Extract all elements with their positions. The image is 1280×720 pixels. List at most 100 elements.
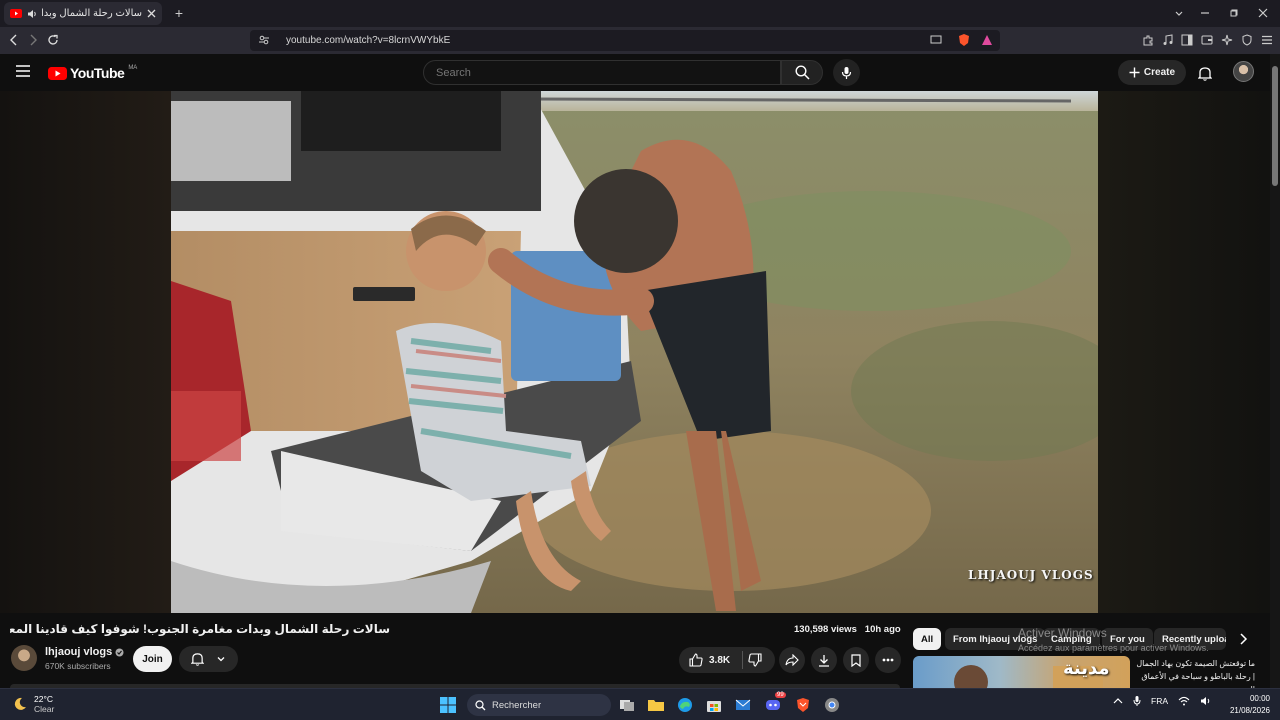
chevron-right-icon[interactable] [1234, 630, 1252, 648]
video-meta[interactable]: 130,598 views 10h ago [794, 624, 901, 635]
windows-activation-subtitle: Accédez aux paramètres pour activer Wind… [1018, 643, 1209, 653]
download-button[interactable] [811, 647, 837, 673]
subscriber-count: 670K subscribers [45, 661, 111, 671]
scrollbar-thumb[interactable] [1272, 66, 1278, 186]
extensions-puzzle-icon[interactable] [1140, 32, 1156, 48]
restore-window-icon[interactable] [1225, 4, 1243, 22]
discord-badge: 99 [775, 692, 786, 698]
subscription-notify-button[interactable] [179, 646, 238, 672]
tray-microphone-icon[interactable] [1133, 695, 1141, 707]
edge-browser-icon[interactable] [675, 695, 695, 715]
create-button[interactable]: Create [1118, 60, 1186, 85]
chrome-icon[interactable] [822, 695, 842, 715]
taskbar-search[interactable]: Rechercher [467, 694, 611, 716]
close-tab-icon[interactable] [147, 9, 156, 18]
channel-watermark: LHJAOUJ VLOGS [968, 568, 1094, 582]
ambient-glow-left [0, 91, 171, 613]
cast-icon[interactable] [928, 32, 944, 48]
discord-icon[interactable]: 99 [763, 692, 786, 715]
url-text[interactable]: youtube.com/watch?v=8lcrnVWYbkE [286, 35, 450, 46]
temperature: 22°C [34, 694, 53, 704]
browser-menu-icon[interactable] [1259, 32, 1275, 48]
address-bar[interactable]: youtube.com/watch?v=8lcrnVWYbkE [250, 30, 1000, 51]
media-music-icon[interactable] [1160, 32, 1176, 48]
video-player-area: LHJAOUJ VLOGS [0, 91, 1270, 613]
recommended-video-title[interactable]: ما توقعتش الصيمة تكون بهاد الجمال | رحلة… [1133, 657, 1255, 691]
task-view-icon[interactable] [617, 695, 637, 715]
system-tray: FRA [1113, 695, 1212, 707]
page-scrollbar[interactable] [1270, 54, 1280, 688]
clock-time: 00:00 [1249, 694, 1270, 703]
mail-icon[interactable] [733, 695, 753, 715]
upload-age: 10h ago [864, 624, 901, 635]
microphone-icon [841, 66, 852, 80]
youtube-logo-text: YouTube [70, 65, 125, 81]
windows-start-icon[interactable] [438, 695, 458, 715]
system-clock[interactable]: 00:00 21/08/2026 [1224, 693, 1270, 717]
minimize-window-icon[interactable] [1196, 4, 1214, 22]
notifications-bell-icon[interactable] [1195, 63, 1215, 83]
join-button[interactable]: Join [133, 646, 172, 672]
tab-list-chevron-icon[interactable] [1170, 4, 1188, 22]
download-icon [818, 654, 830, 667]
weather-widget[interactable]: 22°C Clear [12, 694, 54, 714]
hamburger-menu-icon[interactable] [16, 65, 30, 77]
browser-tab[interactable]: سالات رحلة الشمال وبدات مغا... [4, 2, 162, 25]
show-hidden-icons-chevron-icon[interactable] [1113, 697, 1123, 705]
share-arrow-icon [785, 654, 799, 666]
clock-date: 21/08/2026 [1229, 706, 1270, 715]
channel-name-row[interactable]: lhjaouj vlogs [45, 646, 124, 658]
country-code: MA [128, 65, 138, 71]
recommended-video-thumbnail[interactable]: مدينة [913, 656, 1130, 690]
save-to-playlist-button[interactable] [843, 647, 869, 673]
input-language[interactable]: FRA [1151, 696, 1168, 706]
more-horizontal-icon [882, 658, 894, 662]
leo-ai-sparkle-icon[interactable] [1219, 32, 1235, 48]
browser-tab-title: سالات رحلة الشمال وبدات مغا... [42, 8, 142, 19]
video-player[interactable]: LHJAOUJ VLOGS [171, 91, 1098, 613]
video-frame-image [171, 91, 1098, 613]
close-window-icon[interactable] [1254, 4, 1272, 22]
taskbar-search-label: Rechercher [492, 699, 542, 711]
chevron-down-icon [216, 654, 226, 664]
like-dislike-divider [742, 651, 744, 669]
file-explorer-icon[interactable] [646, 695, 666, 715]
thumbnail-overlay-text: مدينة [1063, 658, 1110, 678]
microsoft-store-icon[interactable] [704, 695, 724, 715]
youtube-favicon-icon [10, 9, 22, 18]
new-tab-button[interactable]: + [170, 4, 188, 22]
like-count: 3.8K [709, 654, 731, 666]
thumbs-down-icon[interactable] [748, 653, 762, 667]
brave-shields-icon[interactable] [956, 32, 972, 48]
create-label: Create [1143, 67, 1176, 78]
thumbs-up-icon [689, 653, 703, 667]
brave-rewards-icon[interactable] [979, 32, 995, 48]
channel-name[interactable]: lhjaouj vlogs [45, 646, 112, 658]
vpn-shield-icon[interactable] [1239, 32, 1255, 48]
chip-all[interactable]: All [913, 628, 942, 650]
wifi-icon[interactable] [1178, 696, 1190, 706]
reload-icon[interactable] [44, 31, 62, 49]
share-button[interactable] [779, 647, 805, 673]
search-button[interactable] [781, 60, 823, 85]
site-settings-icon[interactable] [258, 34, 270, 46]
search-input[interactable] [423, 60, 781, 85]
more-actions-button[interactable] [875, 647, 901, 673]
windows-activation-title: Activer Windows [1018, 626, 1107, 640]
sidebar-toggle-icon[interactable] [1179, 32, 1195, 48]
voice-search-button[interactable] [833, 59, 860, 86]
taskbar-search-icon [475, 699, 486, 711]
wallet-icon[interactable] [1199, 32, 1215, 48]
video-title: سالات رحلة الشمال وبدات مغامرة الجنوب! ش… [10, 622, 390, 636]
audio-playing-icon[interactable] [27, 9, 37, 19]
windows-taskbar: 22°C Clear Rechercher 99 FRA 00:00 21/08… [0, 688, 1280, 720]
youtube-logo[interactable]: YouTube MA [48, 65, 137, 81]
channel-avatar[interactable] [11, 645, 37, 671]
bell-icon [191, 652, 204, 666]
browser-toolbar: youtube.com/watch?v=8lcrnVWYbkE [0, 27, 1280, 54]
back-arrow-icon[interactable] [5, 31, 23, 49]
brave-browser-icon[interactable] [793, 695, 813, 715]
account-avatar[interactable] [1233, 61, 1254, 82]
forward-arrow-icon[interactable] [24, 31, 42, 49]
speaker-volume-icon[interactable] [1200, 696, 1212, 706]
